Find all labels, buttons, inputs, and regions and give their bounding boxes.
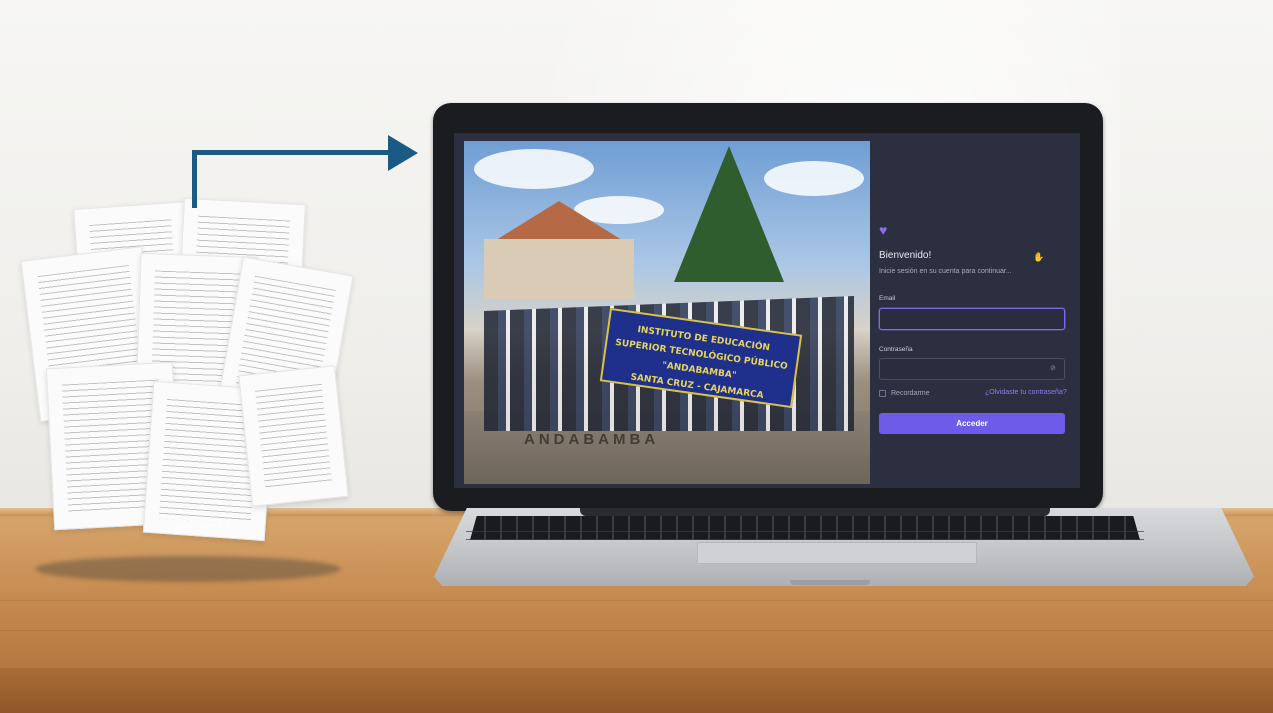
- login-panel: ♥ Bienvenido! ✋ Inicie sesión en su cuen…: [870, 141, 1076, 484]
- email-field[interactable]: [879, 308, 1065, 330]
- login-subtitle: Inicie sesión en su cuenta para continua…: [879, 268, 1012, 275]
- heart-icon: ♥: [879, 222, 888, 238]
- keyboard-rows: [466, 524, 1144, 540]
- pine-tree: [674, 146, 784, 282]
- documents-shadow: [35, 556, 341, 582]
- laptop-hinge: [580, 508, 1050, 516]
- laptop-trackpad: [697, 542, 977, 564]
- waving-hand-icon: ✋: [1033, 252, 1045, 262]
- arrow-shaft-vertical: [192, 150, 197, 208]
- email-label: Email: [879, 295, 896, 302]
- login-button[interactable]: Acceder: [879, 413, 1065, 434]
- cloud: [474, 149, 594, 189]
- welcome-heading: Bienvenido!: [879, 250, 932, 261]
- floating-documents: [20, 195, 370, 565]
- institution-photo: ANDABAMBA INSTITUTO DE EDUCACIÓN SUPERIO…: [464, 141, 870, 484]
- remember-checkbox[interactable]: [879, 390, 886, 397]
- banner-text: INSTITUTO DE EDUCACIÓN SUPERIOR TECNOLÓG…: [611, 319, 791, 401]
- password-field[interactable]: [879, 358, 1065, 380]
- plaza-inscription: ANDABAMBA: [524, 431, 660, 448]
- arrow-shaft-horizontal: [192, 150, 392, 155]
- remember-label: Recordarme: [891, 390, 930, 397]
- password-label: Contraseña: [879, 346, 913, 353]
- document-page: [238, 365, 349, 507]
- forgot-password-link[interactable]: ¿Olvidaste tu contraseña?: [985, 389, 1067, 396]
- wood-grain: [0, 600, 1273, 601]
- building: [484, 239, 634, 299]
- eye-off-icon[interactable]: ⊘: [1050, 364, 1056, 372]
- arrow-right-icon: [388, 135, 418, 171]
- desk-front: [0, 668, 1273, 713]
- cloud: [764, 161, 864, 196]
- laptop-front-notch: [790, 580, 870, 585]
- wood-grain: [0, 630, 1273, 631]
